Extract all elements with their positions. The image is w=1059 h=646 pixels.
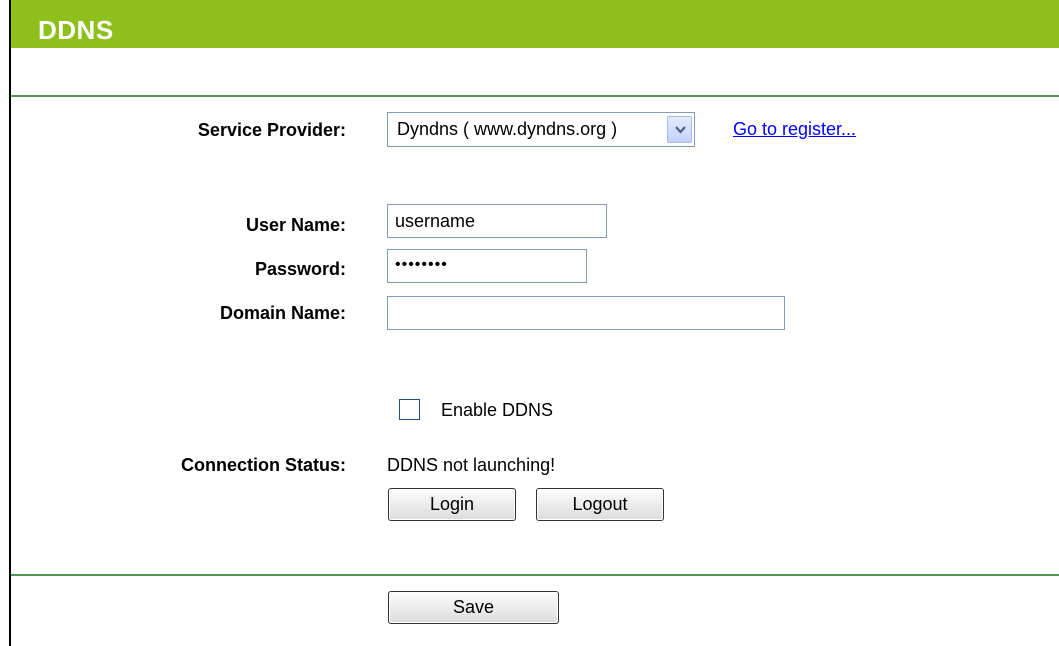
top-divider	[11, 95, 1059, 97]
login-button[interactable]: Login	[388, 488, 516, 521]
password-field[interactable]: ••••••••	[387, 249, 587, 283]
enable-ddns-checkbox[interactable]	[399, 399, 420, 420]
enable-ddns-label: Enable DDNS	[441, 400, 554, 420]
chevron-down-icon[interactable]	[667, 116, 692, 143]
connection-status-label: Connection Status:	[181, 455, 346, 475]
service-provider-select[interactable]: Dyndns ( www.dyndns.org )	[387, 112, 695, 147]
ddns-page: DDNS Service Provider: Dyndns ( www.dynd…	[9, 0, 1059, 646]
save-button[interactable]: Save	[388, 591, 559, 624]
username-input[interactable]	[387, 204, 607, 238]
connection-status-value: DDNS not launching!	[387, 455, 556, 475]
username-label: User Name:	[245, 215, 346, 235]
service-provider-label: Service Provider:	[197, 120, 346, 140]
service-provider-selected: Dyndns ( www.dyndns.org )	[397, 119, 618, 139]
password-label: Password:	[254, 259, 346, 279]
domain-name-label: Domain Name:	[219, 303, 346, 323]
page-header: DDNS	[11, 0, 1059, 48]
logout-button[interactable]: Logout	[536, 488, 664, 521]
bottom-divider	[11, 574, 1059, 576]
domain-name-input[interactable]	[387, 296, 785, 330]
page-title: DDNS	[38, 15, 114, 45]
go-to-register-link[interactable]: Go to register...	[733, 119, 856, 140]
